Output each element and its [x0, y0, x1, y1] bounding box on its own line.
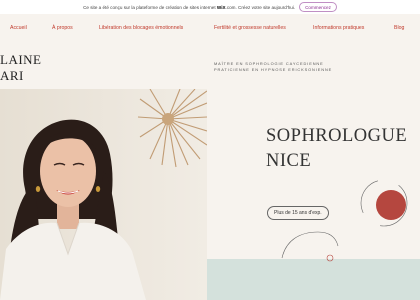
mint-panel: [207, 259, 420, 300]
main-navigation: Accueil À propos Libération des blocages…: [0, 14, 420, 43]
nav-item-liberation[interactable]: Libération des blocages émotionnels: [99, 25, 183, 31]
wix-start-button[interactable]: Commencez: [299, 2, 337, 12]
portrait-photo: [0, 89, 207, 300]
experience-button[interactable]: Plus de 15 ans d'exp.: [267, 206, 329, 220]
nav-item-blog[interactable]: Blog: [394, 25, 404, 31]
nav-item-accueil[interactable]: Accueil: [10, 25, 27, 31]
nav-item-fertilite[interactable]: Fertilité et grossesse naturelles: [214, 25, 286, 31]
accent-circle-outline: [360, 179, 408, 227]
wix-brand-logo: WiX: [216, 4, 226, 10]
accent-arc-outline: [281, 231, 339, 259]
nav-item-a-propos[interactable]: À propos: [52, 25, 73, 31]
nav-item-informations[interactable]: Informations pratiques: [313, 25, 364, 31]
hero-title-line1: SOPHROLOGUE: [266, 126, 408, 146]
tagline-line2: PRATICIENNE EN HYPNOSE ERICKSONIENNE: [214, 67, 333, 72]
hero-title-line2: NICE: [266, 151, 312, 171]
wix-banner-text: Ce site a été conçu sur la plateforme de…: [83, 4, 296, 10]
site-logo-line1[interactable]: LAINE: [0, 52, 42, 68]
tagline-line1: MAÎTRE EN SOPHROLOGIE CAYCEDIENNE: [214, 61, 324, 66]
accent-circle-filled: [376, 190, 406, 220]
wix-promo-banner: Ce site a été conçu sur la plateforme de…: [0, 0, 420, 14]
site-logo-line2[interactable]: ARI: [0, 68, 24, 84]
